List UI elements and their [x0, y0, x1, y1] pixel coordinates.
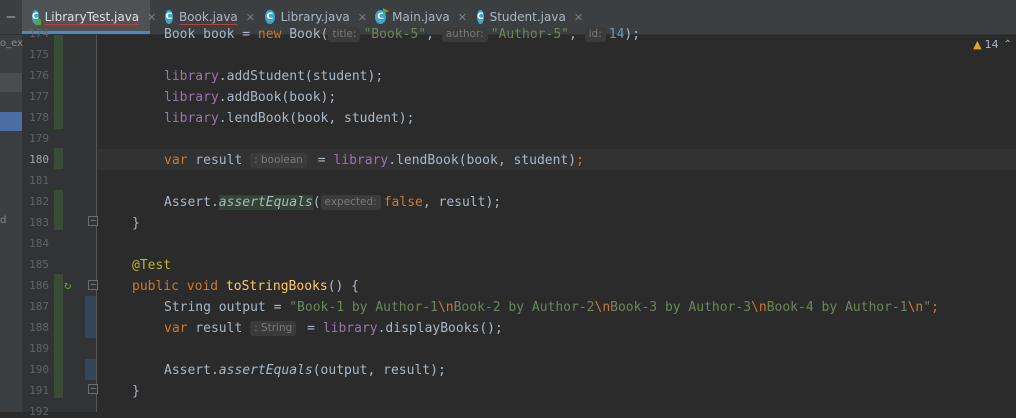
code-line-190[interactable]: Assert.assertEquals(output, result); [164, 360, 446, 381]
class-icon: C [477, 10, 484, 24]
code-line-183[interactable]: } [132, 213, 140, 234]
tab-label: Library.java [280, 10, 350, 24]
tree-row-selected[interactable] [0, 112, 22, 131]
code-line-185[interactable]: @Test [132, 255, 171, 276]
code-line-176[interactable]: library.addStudent(student); [164, 66, 383, 87]
type-hint-string: : String [250, 321, 297, 336]
param-hint-author: author: [441, 27, 488, 42]
close-icon[interactable]: ✕ [458, 11, 467, 24]
param-hint-title: title: [328, 27, 361, 42]
code-line-191[interactable]: } [132, 381, 140, 402]
line-number: 179 [29, 132, 49, 145]
line-number: 189 [29, 342, 49, 355]
code-line-187[interactable]: String output = "Book-1 by Author-1\nBoo… [164, 297, 939, 318]
class-icon: C [165, 10, 173, 24]
vcs-change-marker[interactable] [54, 274, 63, 398]
run-test-icon[interactable]: ↻ [64, 278, 71, 292]
code-line-180[interactable]: var result : boolean = library.lendBook(… [164, 150, 584, 171]
tab-label: LibraryTest.java [44, 10, 140, 24]
code-line-186[interactable]: public void toStringBooks() { [132, 276, 359, 297]
line-number: 184 [29, 237, 49, 250]
param-hint-expected: expected: [320, 195, 381, 210]
code-line-177[interactable]: library.addBook(book); [164, 87, 336, 108]
tree-row-highlight[interactable] [0, 73, 22, 92]
line-number: 190 [29, 363, 49, 376]
type-hint-boolean: : boolean [250, 153, 307, 168]
line-number: 174 [29, 27, 49, 40]
current-line-number: 180 [29, 153, 49, 166]
line-number: 178 [29, 111, 49, 124]
chevron-up-icon[interactable]: ⌃ [1004, 39, 1012, 50]
vcs-change-marker[interactable] [54, 148, 63, 169]
line-number: 186 [29, 279, 49, 292]
vcs-modified-marker[interactable] [85, 296, 96, 338]
line-number: 181 [29, 174, 49, 187]
tab-label: Student.java [489, 10, 566, 24]
code-line-178[interactable]: library.lendBook(book, student); [164, 108, 414, 129]
close-icon[interactable]: ✕ [358, 11, 367, 24]
warning-icon: ▲ [973, 38, 982, 51]
vcs-change-marker[interactable] [54, 190, 63, 230]
vcs-change-marker[interactable] [54, 35, 63, 129]
class-icon: C [265, 10, 275, 24]
code-editor[interactable]: Book book = new Book(title: "Book-5", aut… [97, 27, 1016, 412]
code-line-174[interactable]: Book book = new Book(title: "Book-5", aut… [164, 24, 640, 45]
project-tree-fragment: d [0, 215, 7, 226]
line-number: 176 [29, 69, 49, 82]
tab-label: Book.java [178, 10, 238, 24]
minimize-icon[interactable]: — [0, 0, 22, 34]
inspection-widget[interactable]: ▲ 14 ⌃ [973, 38, 1012, 51]
runnable-class-icon: C [375, 8, 390, 24]
code-line-188[interactable]: var result : String = library.displayBoo… [164, 318, 503, 339]
vcs-modified-marker[interactable] [85, 359, 96, 380]
project-panel-sliver: o_ex d [0, 35, 23, 412]
project-tree-fragment: o_ex [0, 38, 24, 49]
line-number: 175 [29, 48, 49, 61]
line-number: 188 [29, 321, 49, 334]
close-icon[interactable]: ✕ [574, 11, 583, 24]
param-hint-id: id: [584, 27, 606, 42]
warning-count: 14 [984, 38, 999, 51]
line-number: 185 [29, 258, 49, 271]
code-line-182[interactable]: Assert.assertEquals(expected: false, resu… [164, 192, 501, 213]
close-icon[interactable]: ✕ [246, 11, 255, 24]
line-number: 177 [29, 90, 49, 103]
line-number: 183 [29, 216, 49, 229]
test-class-icon: C [32, 10, 41, 25]
tab-label: Main.java [392, 10, 450, 24]
line-number: 191 [29, 384, 49, 397]
line-number: 182 [29, 195, 49, 208]
line-number: 187 [29, 300, 49, 313]
